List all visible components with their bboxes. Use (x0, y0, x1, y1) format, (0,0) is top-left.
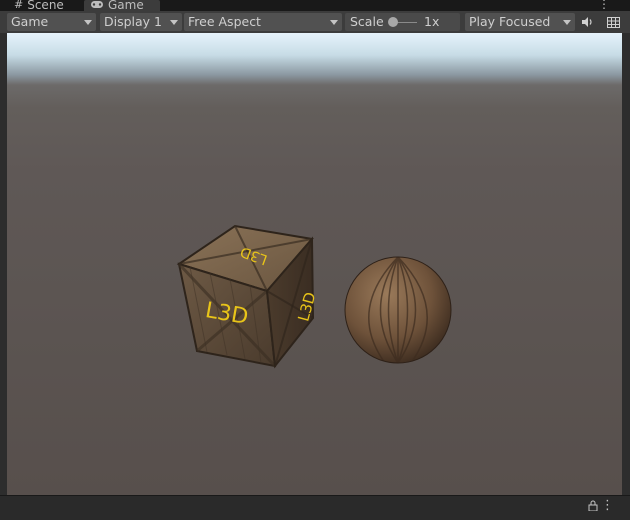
status-bar: ⋮ (0, 495, 630, 520)
tab-bar: # Scene Game ⋮ (0, 0, 630, 11)
game-viewport[interactable]: L3D L3D L3D (7, 33, 622, 495)
tab-game-label: Game (108, 0, 144, 11)
wooden-sphere (344, 256, 452, 364)
aspect-dropdown[interactable]: Free Aspect (184, 13, 342, 31)
speaker-icon (582, 17, 592, 27)
scale-label: Scale (350, 14, 384, 29)
game-toolbar: Game Display 1 Free Aspect Scale 1x Play… (0, 11, 630, 33)
stats-button[interactable] (603, 13, 623, 31)
scale-control: Scale 1x (345, 13, 460, 31)
tab-scene[interactable]: # Scene (14, 0, 64, 11)
tab-game[interactable]: Game (84, 0, 160, 11)
grid-icon (606, 16, 620, 28)
more-options-icon[interactable]: ⋮ (601, 498, 614, 513)
viewport-left-border (0, 33, 7, 495)
lock-icon[interactable] (588, 500, 598, 514)
game-view-dropdown[interactable]: Game (7, 13, 96, 31)
tab-scene-label: Scene (27, 0, 64, 11)
scene-render: L3D L3D L3D (176, 224, 452, 369)
scale-slider-handle[interactable] (388, 17, 398, 27)
grid-icon: # (14, 0, 24, 11)
play-mode-dropdown[interactable]: Play Focused (465, 13, 575, 31)
mute-audio-button[interactable] (578, 13, 598, 31)
more-options-icon[interactable]: ⋮ (598, 0, 610, 10)
wooden-crate: L3D L3D L3D (176, 224, 319, 369)
scale-value: 1x (424, 14, 440, 29)
gamepad-icon (90, 0, 104, 10)
display-dropdown[interactable]: Display 1 (100, 13, 182, 31)
viewport-right-border (622, 33, 630, 495)
